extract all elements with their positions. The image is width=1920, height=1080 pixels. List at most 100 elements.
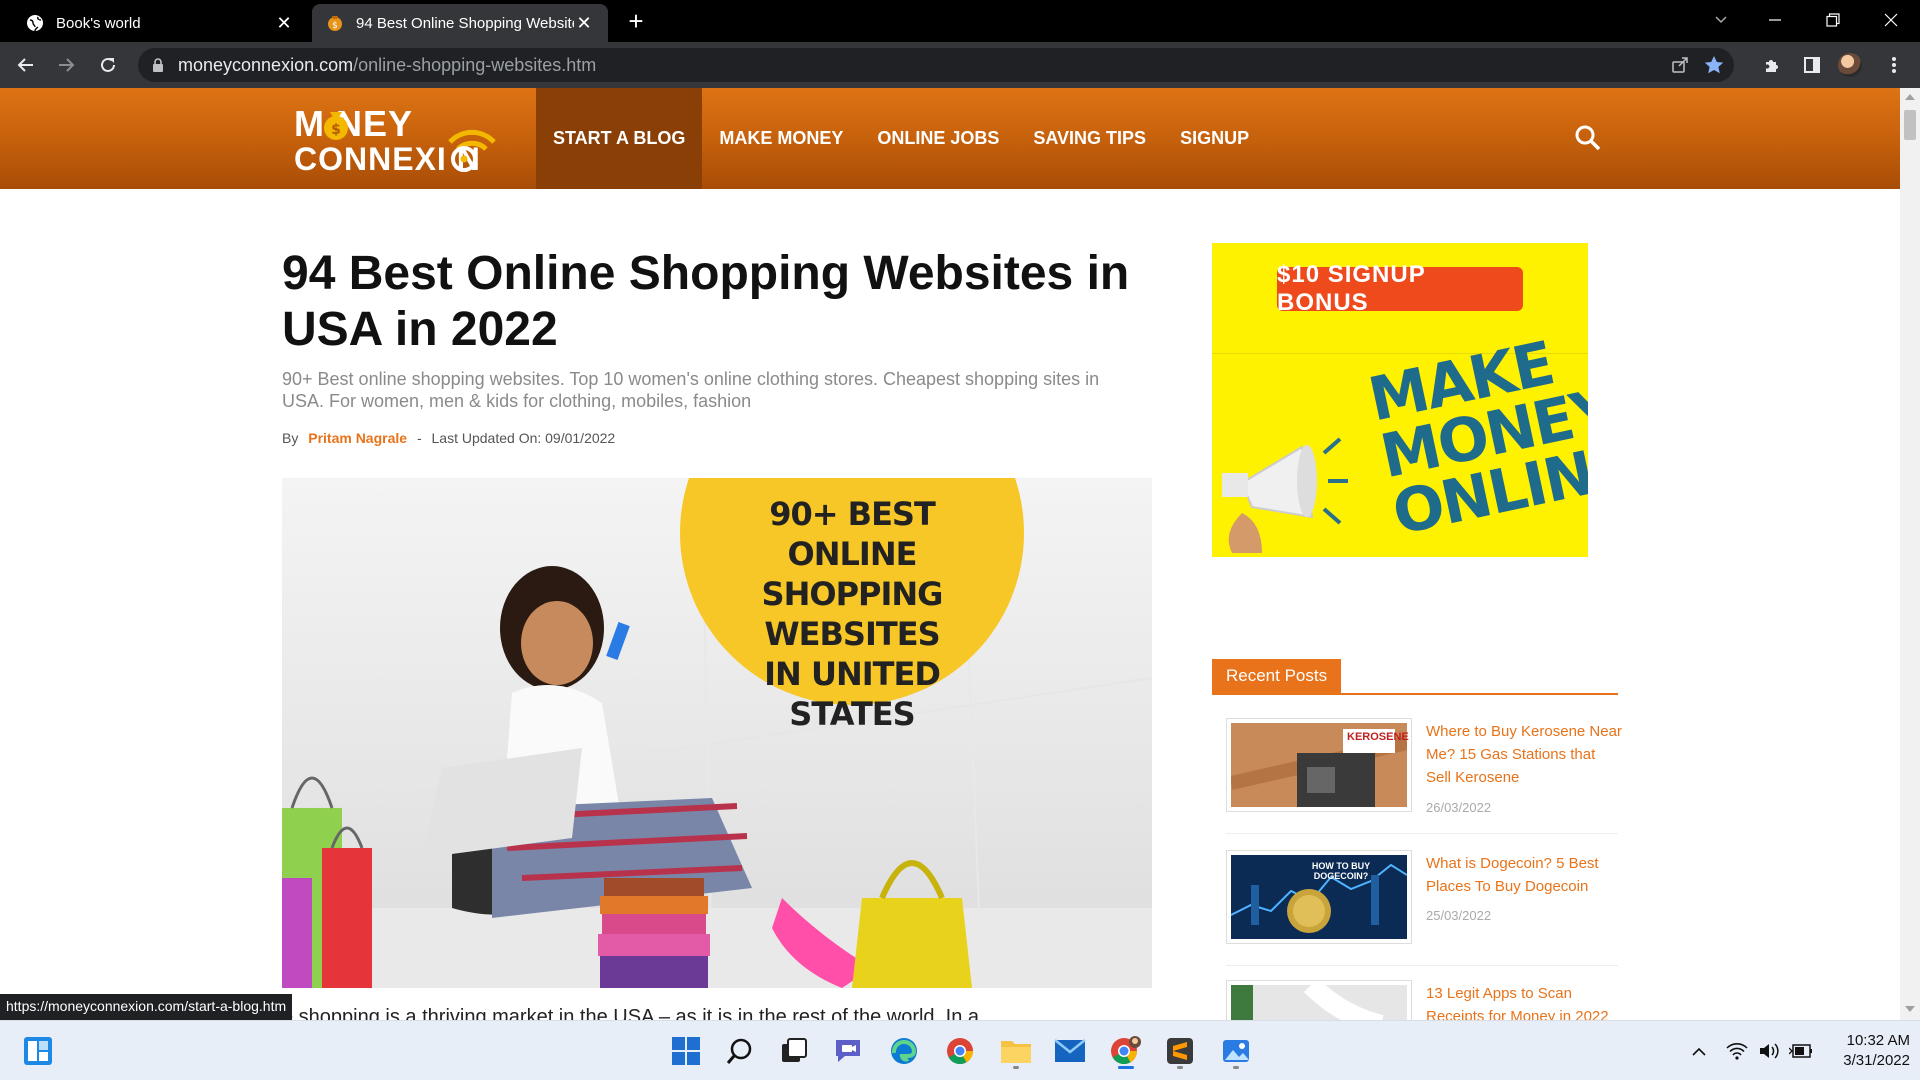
last-updated: Last Updated On: 09/01/2022 bbox=[431, 430, 616, 446]
receipt-thumbnail bbox=[1231, 977, 1407, 1020]
restore-button[interactable] bbox=[1806, 0, 1860, 40]
hero-image: 90+ BEST ONLINE SHOPPING WEBSITES IN UNI… bbox=[282, 478, 1152, 988]
nav-signup[interactable]: SIGNUP bbox=[1163, 88, 1266, 189]
address-bar[interactable]: moneyconnexion.com/online-shopping-websi… bbox=[138, 48, 1734, 82]
post-title[interactable]: Where to Buy Kerosene Near Me? 15 Gas St… bbox=[1426, 720, 1622, 789]
photos-icon[interactable] bbox=[1216, 1031, 1256, 1071]
page-viewport: M NEY CONNEXI N $ START A BLOG MAKE MONE… bbox=[0, 88, 1900, 1020]
search-icon[interactable] bbox=[1574, 124, 1602, 152]
extensions-icon[interactable] bbox=[1756, 49, 1788, 81]
byline-separator: - bbox=[416, 430, 422, 446]
article-byline: By Pritam Nagrale - Last Updated On: 09/… bbox=[282, 430, 615, 446]
article-first-paragraph: e shopping is a thriving market in the U… bbox=[282, 1006, 980, 1020]
tab-online-shopping[interactable]: $ 94 Best Online Shopping Website ✕ bbox=[312, 4, 608, 42]
search-icon[interactable] bbox=[720, 1031, 760, 1071]
clock-date: 3/31/2022 bbox=[1843, 1052, 1910, 1069]
profile-avatar[interactable] bbox=[1838, 53, 1862, 77]
hero-caption-line-3: IN UNITED STATES bbox=[764, 655, 941, 733]
hero-caption-line-1: 90+ BEST ONLINE bbox=[769, 495, 936, 573]
recent-posts-header: Recent Posts bbox=[1212, 659, 1618, 695]
main-nav: START A BLOG MAKE MONEY ONLINE JOBS SAVI… bbox=[536, 88, 1266, 189]
scroll-down-arrow-icon[interactable] bbox=[1905, 1006, 1915, 1012]
thumb-label: HOW TO BUY DOGECOIN? bbox=[1311, 861, 1371, 881]
running-indicator bbox=[1177, 1066, 1183, 1069]
share-icon[interactable] bbox=[1668, 53, 1692, 77]
post-thumbnail[interactable] bbox=[1226, 977, 1412, 1020]
site-logo[interactable]: M NEY CONNEXI N $ bbox=[294, 106, 504, 178]
widgets-icon[interactable] bbox=[18, 1031, 58, 1071]
globe-icon bbox=[27, 15, 43, 32]
nav-online-jobs[interactable]: ONLINE JOBS bbox=[860, 88, 1016, 189]
minimize-button[interactable] bbox=[1748, 0, 1802, 40]
running-indicator bbox=[1233, 1066, 1239, 1069]
reload-button[interactable] bbox=[92, 49, 124, 81]
svg-text:$: $ bbox=[331, 122, 341, 138]
money-bag-icon: $ bbox=[328, 16, 342, 31]
ad-bonus-label: $10 SIGNUP BONUS bbox=[1277, 261, 1523, 316]
close-window-button[interactable] bbox=[1864, 0, 1918, 40]
close-tab-icon[interactable]: ✕ bbox=[574, 13, 594, 33]
thumb-label: KEROSENE bbox=[1347, 731, 1409, 743]
url-path: /online-shopping-websites.htm bbox=[353, 54, 597, 75]
megaphone-icon bbox=[1222, 437, 1348, 553]
ad-headline: MAKE MONEY ONLINE bbox=[1363, 329, 1588, 550]
back-button[interactable] bbox=[10, 49, 42, 81]
author-link[interactable]: Pritam Nagrale bbox=[308, 430, 407, 446]
nav-make-money[interactable]: MAKE MONEY bbox=[702, 88, 860, 189]
show-hidden-icons-icon[interactable] bbox=[1684, 1031, 1714, 1071]
nav-start-a-blog[interactable]: START A BLOG bbox=[536, 88, 703, 189]
system-clock[interactable]: 10:32 AM 3/31/2022 bbox=[1820, 1031, 1910, 1071]
forward-button[interactable] bbox=[50, 49, 82, 81]
file-explorer-icon[interactable] bbox=[996, 1031, 1036, 1071]
post-date: 25/03/2022 bbox=[1426, 908, 1492, 923]
more-menu-icon[interactable] bbox=[1878, 49, 1910, 81]
recent-posts-title: Recent Posts bbox=[1212, 659, 1342, 693]
recent-post-item[interactable]: HOW TO BUY DOGECOIN? What is Dogecoin? 5… bbox=[1226, 850, 1618, 966]
active-indicator bbox=[1118, 1066, 1134, 1069]
ad-banner[interactable]: $10 SIGNUP BONUS MAKE MONEY ONLINE bbox=[1212, 243, 1588, 557]
tab-title: 94 Best Online Shopping Website bbox=[356, 14, 574, 32]
windows-taskbar: 10:32 AM 3/31/2022 bbox=[0, 1020, 1920, 1080]
battery-icon[interactable] bbox=[1786, 1031, 1816, 1071]
recent-post-item[interactable]: KEROSENE Where to Buy Kerosene Near Me? … bbox=[1226, 718, 1622, 834]
scroll-up-arrow-icon[interactable] bbox=[1905, 94, 1915, 100]
edge-browser-icon[interactable] bbox=[884, 1031, 924, 1071]
bookmark-star-icon[interactable] bbox=[1702, 53, 1726, 77]
sublime-text-icon[interactable] bbox=[1160, 1031, 1200, 1071]
status-bar-url: https://moneyconnexion.com/start-a-blog.… bbox=[0, 994, 293, 1020]
wifi-icon[interactable] bbox=[1722, 1031, 1752, 1071]
tab-title: Book's world bbox=[56, 14, 141, 32]
post-thumbnail[interactable]: HOW TO BUY DOGECOIN? bbox=[1226, 850, 1412, 944]
svg-text:$: $ bbox=[332, 21, 338, 31]
nav-saving-tips[interactable]: SAVING TIPS bbox=[1016, 88, 1163, 189]
post-title[interactable]: 13 Legit Apps to Scan Receipts for Money… bbox=[1426, 982, 1622, 1020]
close-tab-icon[interactable]: ✕ bbox=[274, 13, 294, 33]
running-indicator bbox=[1013, 1066, 1019, 1069]
recent-post-item[interactable]: 13 Legit Apps to Scan Receipts for Money… bbox=[1226, 977, 1618, 1020]
logo-o-ring-icon bbox=[451, 146, 477, 172]
post-title[interactable]: What is Dogecoin? 5 Best Places To Buy D… bbox=[1426, 852, 1622, 898]
windows-start-icon[interactable] bbox=[666, 1031, 706, 1071]
new-tab-button[interactable]: + bbox=[618, 8, 654, 36]
tab-search-icon[interactable] bbox=[1694, 0, 1748, 40]
page-scrollbar[interactable] bbox=[1900, 88, 1920, 1020]
post-date: 26/03/2022 bbox=[1426, 800, 1492, 815]
chrome-icon[interactable] bbox=[940, 1031, 980, 1071]
by-label: By bbox=[282, 430, 299, 446]
article-summary: 90+ Best online shopping websites. Top 1… bbox=[282, 369, 1100, 411]
url-text: moneyconnexion.com/online-shopping-websi… bbox=[178, 55, 596, 76]
tab-books-world[interactable]: Book's world ✕ bbox=[12, 4, 308, 42]
site-header: M NEY CONNEXI N $ START A BLOG MAKE MONE… bbox=[0, 88, 1900, 189]
post-thumbnail[interactable]: KEROSENE bbox=[1226, 718, 1412, 812]
task-view-icon[interactable] bbox=[774, 1031, 814, 1071]
mail-icon[interactable] bbox=[1050, 1031, 1090, 1071]
side-panel-icon[interactable] bbox=[1796, 49, 1828, 81]
scroll-thumb[interactable] bbox=[1904, 110, 1916, 140]
chrome-active-icon[interactable] bbox=[1106, 1031, 1146, 1071]
teams-chat-icon[interactable] bbox=[828, 1031, 868, 1071]
article-title: 94 Best Online Shopping Websites in USA … bbox=[282, 247, 1130, 356]
browser-tab-bar: Book's world ✕ $ 94 Best Online Shopping… bbox=[0, 0, 1920, 42]
lock-icon[interactable] bbox=[152, 58, 164, 72]
volume-icon[interactable] bbox=[1754, 1031, 1784, 1071]
hero-caption-line-2: SHOPPING WEBSITES bbox=[761, 575, 944, 653]
